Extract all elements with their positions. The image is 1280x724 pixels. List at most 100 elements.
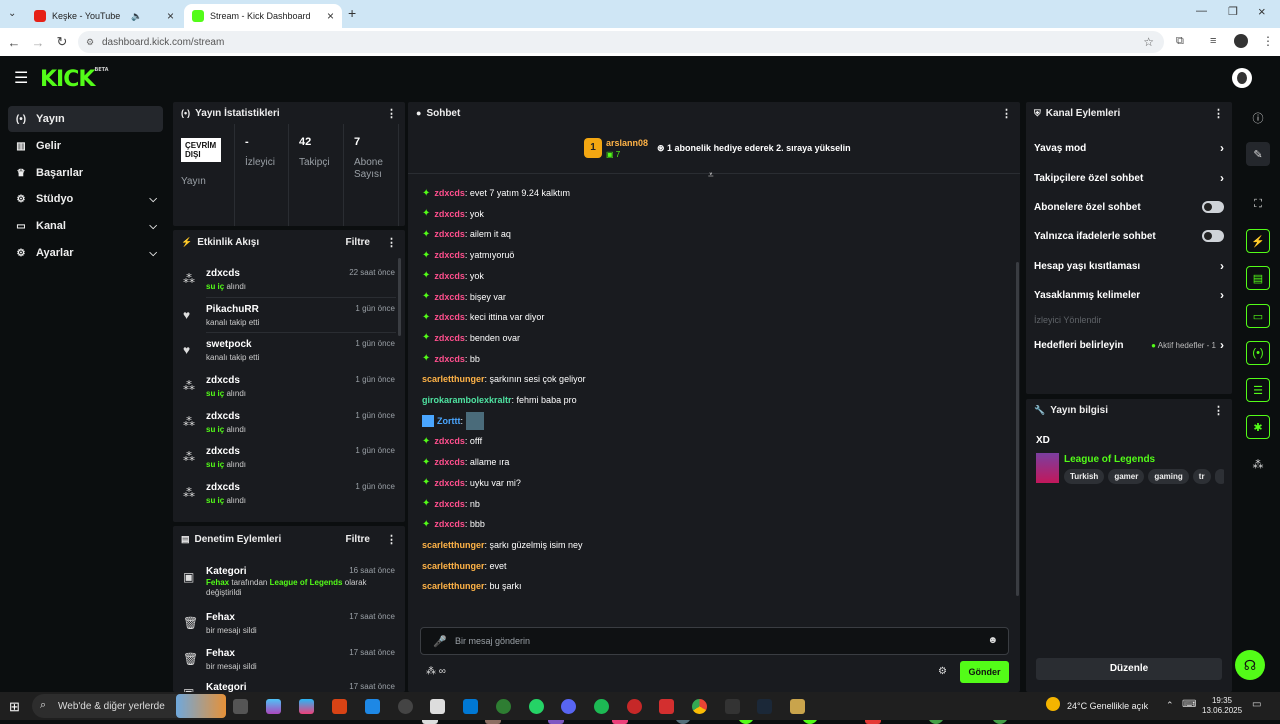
spotify-icon[interactable] [594,699,609,714]
goals-row[interactable]: Hedefleri belirleyin ● Aktif hedefler - … [1034,335,1224,355]
more-options-icon[interactable]: ⋮ [386,107,397,120]
keyboard-icon[interactable]: ⌨ [1182,699,1196,710]
tag[interactable]: gamer [1108,469,1145,484]
category-name[interactable]: League of Legends [1064,454,1155,465]
chat-username[interactable]: zdxcds [434,312,465,322]
reload-button[interactable]: ↻ [50,34,74,50]
chat-username[interactable]: zdxcds [434,478,465,488]
pinned-leaderboard[interactable]: 1 arslann08 ▣ 7 ⊛ 1 abonelik hediye eder… [408,126,1020,174]
banned-words-row[interactable]: Yasaklanmış kelimeler › [1034,285,1224,305]
tray-chevron-icon[interactable]: ⌃ [1166,700,1174,711]
close-window-button[interactable]: × [1258,4,1266,19]
account-age-row[interactable]: Hesap yaşı kısıtlaması › [1034,256,1224,276]
edit-button[interactable]: Düzenle [1036,658,1222,680]
forward-button[interactable]: → [26,35,50,50]
gift-icon[interactable]: ⁂ [1246,452,1270,476]
list-item[interactable]: 🗑 Fehax bir mesajı sildi 17 saat önce [173,644,405,679]
emoji-icon[interactable]: ☻ [987,635,998,646]
chrome-menu-icon[interactable]: ⋮ [1262,34,1274,48]
collapse-pinned-icon[interactable]: ⩡ [708,170,714,181]
steam-icon[interactable] [757,699,772,714]
maximize-button[interactable]: ❐ [1228,5,1238,18]
chat-username[interactable]: zdxcds [434,436,465,446]
chat-username[interactable]: zdxcds [434,519,465,529]
send-button[interactable]: Gönder [960,661,1009,683]
list-item[interactable]: ⁂ zdxcds su iç alındı 1 gün önce [173,371,405,406]
vscode-icon[interactable] [365,699,380,714]
chat-username[interactable]: scarletthunger [422,374,485,384]
clock[interactable]: 19:35 13.06.2025 [1202,696,1242,716]
broadcast-icon[interactable]: (•) [1246,341,1270,365]
app-icon[interactable] [659,699,674,714]
sidebar-item-ayarlar[interactable]: ⚙ Ayarlar ⌵ [8,240,163,266]
chat-input[interactable]: 🎤 Bir mesaj gönderin ☻ [420,627,1009,655]
sidebar-item-studyo[interactable]: ⚙ Stüdyo ⌵ [8,186,163,212]
chrome-icon[interactable] [692,699,707,714]
obs-icon[interactable] [398,699,413,714]
list-item[interactable]: ⁂ zdxcds su iç alındı 1 gün önce [173,442,405,477]
emotes-only-toggle[interactable] [1202,230,1224,242]
wrench-icon[interactable]: ✱ [1246,415,1270,439]
chat-settings-icon[interactable]: ⚙ [938,666,947,677]
points-icon[interactable]: ⁂ ∞ [426,666,446,677]
list-item[interactable]: 🗑 Fehax bir mesajı sildi 17 saat önce [173,608,405,643]
task-view-icon[interactable] [233,699,248,714]
list-item[interactable]: ⁂ zdxcds su iç alındı 1 gün önce [173,478,405,513]
tag-more[interactable] [1214,469,1224,484]
profile-avatar[interactable] [1234,34,1248,48]
list-item[interactable]: ♥ PikachuRR kanalı takip etti 1 gün önce [173,300,405,335]
hamburger-menu-icon[interactable]: ☰ [14,68,28,88]
chat-username[interactable]: Zorttt [437,416,461,426]
chat-icon[interactable]: ▭ [1246,304,1270,328]
document-icon[interactable]: ▤ [1246,266,1270,290]
activity-filter-button[interactable]: Filtre [346,237,370,248]
info-icon[interactable]: ⓘ [1246,106,1270,130]
chat-username[interactable]: scarletthunger [422,561,485,571]
chat-username[interactable]: zdxcds [434,229,465,239]
more-options-icon[interactable]: ⋮ [386,236,397,249]
close-tab-icon[interactable]: × [327,9,334,23]
bookmark-star-icon[interactable]: ☆ [1143,35,1154,49]
chat-username[interactable]: zdxcds [434,499,465,509]
list-item[interactable]: ♥ swetpock kanalı takip etti 1 gün önce [173,335,405,370]
epic-games-icon[interactable] [725,699,740,714]
minimize-button[interactable]: — [1196,5,1207,17]
list-item[interactable]: ⁂ zdxcds su iç alındı 22 saat önce [173,264,405,299]
chat-username[interactable]: scarletthunger [422,540,485,550]
site-info-icon[interactable]: ⚙ [86,37,94,48]
chat-username[interactable]: scarletthunger [422,581,485,591]
tag[interactable]: gaming [1148,469,1189,484]
league-client-icon[interactable] [790,699,805,714]
list-item[interactable]: ▣ Kategori Fehax tarafından League of Le… [173,562,405,600]
photos-icon[interactable] [299,699,314,714]
slow-mode-row[interactable]: Yavaş mod › [1034,138,1224,158]
store-icon[interactable] [430,699,445,714]
sidebar-item-basarilar[interactable]: ♛ Başarılar [8,160,163,186]
chat-username[interactable]: zdxcds [434,333,465,343]
chat-username[interactable]: zdxcds [434,354,465,364]
discord-icon[interactable] [561,699,576,714]
list-icon[interactable]: ☰ [1246,378,1270,402]
kick-logo[interactable]: KICKBETA [40,67,109,92]
whatsapp-icon[interactable] [529,699,544,714]
sidebar-item-gelir[interactable]: ▥ Gelir [8,133,163,159]
chat-username[interactable]: zdxcds [434,271,465,281]
lightning-icon[interactable]: ⚡ [1246,229,1270,253]
sidebar-item-yayin[interactable]: (•) Yayın [8,106,163,132]
followers-only-row[interactable]: Takipçilere özel sohbet › [1034,168,1224,188]
chat-username[interactable]: zdxcds [434,250,465,260]
more-options-icon[interactable]: ⋮ [1001,107,1012,120]
tab-youtube[interactable]: Keşke - YouTube 🔈 × [26,4,182,28]
list-item[interactable]: ⁂ zdxcds su iç alındı 1 gün önce [173,407,405,442]
address-bar[interactable]: ⚙ dashboard.kick.com/stream ☆ [78,31,1164,53]
list-item[interactable]: ▣ Kategori 17 saat önce [173,678,405,692]
mute-icon[interactable]: 🔈 [131,11,142,22]
new-tab-button[interactable]: + [348,5,356,21]
copilot-icon[interactable] [266,699,281,714]
support-headset-icon[interactable]: ☊ [1235,650,1265,680]
tag[interactable]: Turkish [1064,469,1105,484]
focus-icon[interactable]: ⛶ [1246,192,1270,216]
chat-username[interactable]: girokarambolexkraltr [422,395,512,405]
moderation-filter-button[interactable]: Filtre [346,534,370,545]
pencil-icon[interactable]: ✎ [1246,142,1270,166]
